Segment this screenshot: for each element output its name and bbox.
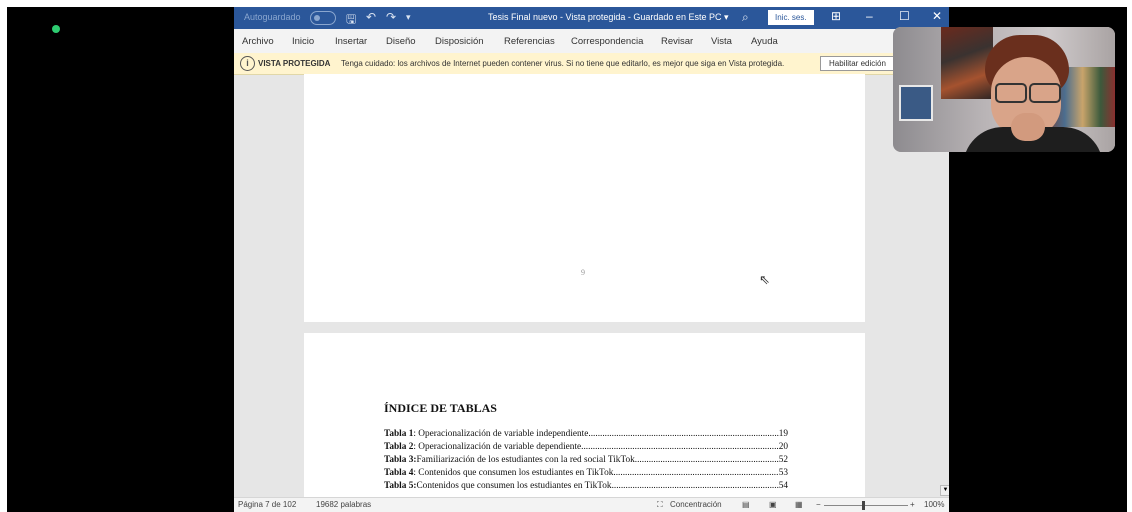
ribbon-tabs: Archivo Inicio Insertar Diseño Disposici…	[234, 29, 949, 53]
tab-revisar[interactable]: Revisar	[661, 36, 693, 47]
minimize-icon[interactable]: –	[866, 9, 873, 23]
mouse-cursor-icon: ⇖	[759, 272, 770, 287]
toc-entry[interactable]: Tabla 3: Familiarización de los estudian…	[384, 454, 788, 467]
page-number: 9	[581, 268, 585, 277]
toc-entry-text: : Contenidos que consumen los estudiante…	[413, 468, 614, 478]
page-count[interactable]: Página 7 de 102	[238, 500, 296, 509]
word-window: Autoguardado 🖫 ↶ ↷ ▾ Tesis Final nuevo -…	[234, 7, 949, 512]
zoom-in-icon[interactable]: +	[910, 500, 915, 509]
status-bar: Página 7 de 102 19682 palabras ⛶ Concent…	[234, 497, 949, 512]
zoom-slider-thumb[interactable]	[862, 501, 865, 510]
customize-toolbar-icon[interactable]: ▾	[406, 12, 411, 23]
protected-view-label: VISTA PROTEGIDA	[258, 59, 331, 68]
toc-entry-page: 19	[778, 429, 788, 439]
video-person-hand	[1011, 113, 1045, 141]
toc-entry-page: 52	[778, 455, 788, 465]
scroll-down-icon[interactable]: ▼	[940, 485, 949, 496]
toc-entry-label: Tabla 1	[384, 429, 414, 439]
index-title: ÍNDICE DE TABLAS	[384, 401, 497, 415]
participant-video[interactable]	[893, 27, 1115, 152]
read-mode-icon[interactable]: ▤	[742, 500, 750, 509]
ribbon-display-icon[interactable]: ⊞	[831, 9, 841, 23]
document-title[interactable]: Tesis Final nuevo - Vista protegida - Gu…	[488, 12, 728, 23]
tab-vista[interactable]: Vista	[711, 36, 732, 47]
toc-leader	[581, 441, 779, 454]
toc-entry-page: 20	[778, 442, 788, 452]
toc-entry-label: Tabla 4	[384, 468, 414, 478]
tab-disposicion[interactable]: Disposición	[435, 36, 484, 47]
active-speaker-indicator	[52, 25, 60, 33]
focus-icon[interactable]: ⛶	[657, 500, 663, 510]
tab-referencias[interactable]: Referencias	[504, 36, 555, 47]
table-index-list: Tabla 1 : Operacionalización de variable…	[384, 428, 788, 493]
tab-ayuda[interactable]: Ayuda	[751, 36, 778, 47]
autosave-toggle[interactable]	[310, 11, 336, 25]
redo-icon[interactable]: ↷	[386, 10, 396, 24]
word-count[interactable]: 19682 palabras	[316, 500, 371, 509]
toc-entry-text: : Operacionalización de variable dependi…	[413, 442, 582, 452]
focus-mode-button[interactable]: Concentración	[670, 500, 722, 509]
document-page[interactable]: ÍNDICE DE TABLAS Tabla 1 : Operacionaliz…	[304, 333, 865, 512]
toc-leader	[635, 454, 779, 467]
toc-entry[interactable]: Tabla 4 : Contenidos que consumen los es…	[384, 467, 788, 480]
screen-share-area: Autoguardado 🖫 ↶ ↷ ▾ Tesis Final nuevo -…	[7, 7, 1127, 512]
tab-inicio[interactable]: Inicio	[292, 36, 314, 47]
toc-leader	[613, 467, 778, 480]
toc-entry[interactable]: Tabla 1 : Operacionalización de variable…	[384, 428, 788, 441]
search-icon[interactable]: ⌕	[742, 10, 749, 25]
toc-leader	[612, 480, 779, 493]
toc-entry-text: Contenidos que consumen los estudiantes …	[416, 481, 612, 491]
zoom-level[interactable]: 100%	[924, 500, 944, 509]
toc-entry-text: Familiarización de los estudiantes con l…	[416, 455, 635, 465]
toc-entry-page: 53	[778, 468, 788, 478]
zoom-slider[interactable]	[824, 505, 908, 506]
undo-icon[interactable]: ↶	[366, 10, 376, 24]
toc-entry-page: 54	[778, 481, 788, 491]
video-poster	[899, 85, 933, 121]
tab-insertar[interactable]: Insertar	[335, 36, 367, 47]
web-layout-icon[interactable]: ▦	[795, 500, 803, 509]
toc-leader	[588, 428, 778, 441]
maximize-icon[interactable]: ☐	[899, 9, 910, 23]
toc-entry-label: Tabla 5:	[384, 481, 417, 491]
toc-entry-label: Tabla 3:	[384, 455, 417, 465]
toc-entry-label: Tabla 2	[384, 442, 414, 452]
close-icon[interactable]: ✕	[932, 9, 942, 23]
tab-archivo[interactable]: Archivo	[242, 36, 274, 47]
sign-in-button[interactable]: Inic. ses.	[768, 10, 814, 25]
protected-view-bar: i VISTA PROTEGIDA Tenga cuidado: los arc…	[234, 53, 949, 75]
document-page[interactable]: 9 ⇖	[304, 74, 865, 322]
autosave-label: Autoguardado	[244, 12, 301, 22]
zoom-out-icon[interactable]: −	[816, 500, 821, 509]
video-person-glasses	[993, 83, 1061, 103]
toc-entry[interactable]: Tabla 5: Contenidos que consumen los est…	[384, 480, 788, 493]
print-layout-icon[interactable]: ▣	[769, 500, 777, 509]
shield-info-icon: i	[240, 56, 255, 71]
toc-entry[interactable]: Tabla 2 : Operacionalización de variable…	[384, 441, 788, 454]
enable-editing-button[interactable]: Habilitar edición	[820, 56, 895, 71]
protected-view-message: Tenga cuidado: los archivos de Internet …	[341, 59, 785, 68]
title-bar: Autoguardado 🖫 ↶ ↷ ▾ Tesis Final nuevo -…	[234, 7, 949, 29]
tab-diseno[interactable]: Diseño	[386, 36, 416, 47]
toc-entry-text: : Operacionalización de variable indepen…	[413, 429, 589, 439]
tab-correspondencia[interactable]: Correspondencia	[571, 36, 643, 47]
save-icon[interactable]: 🖫	[346, 10, 356, 31]
